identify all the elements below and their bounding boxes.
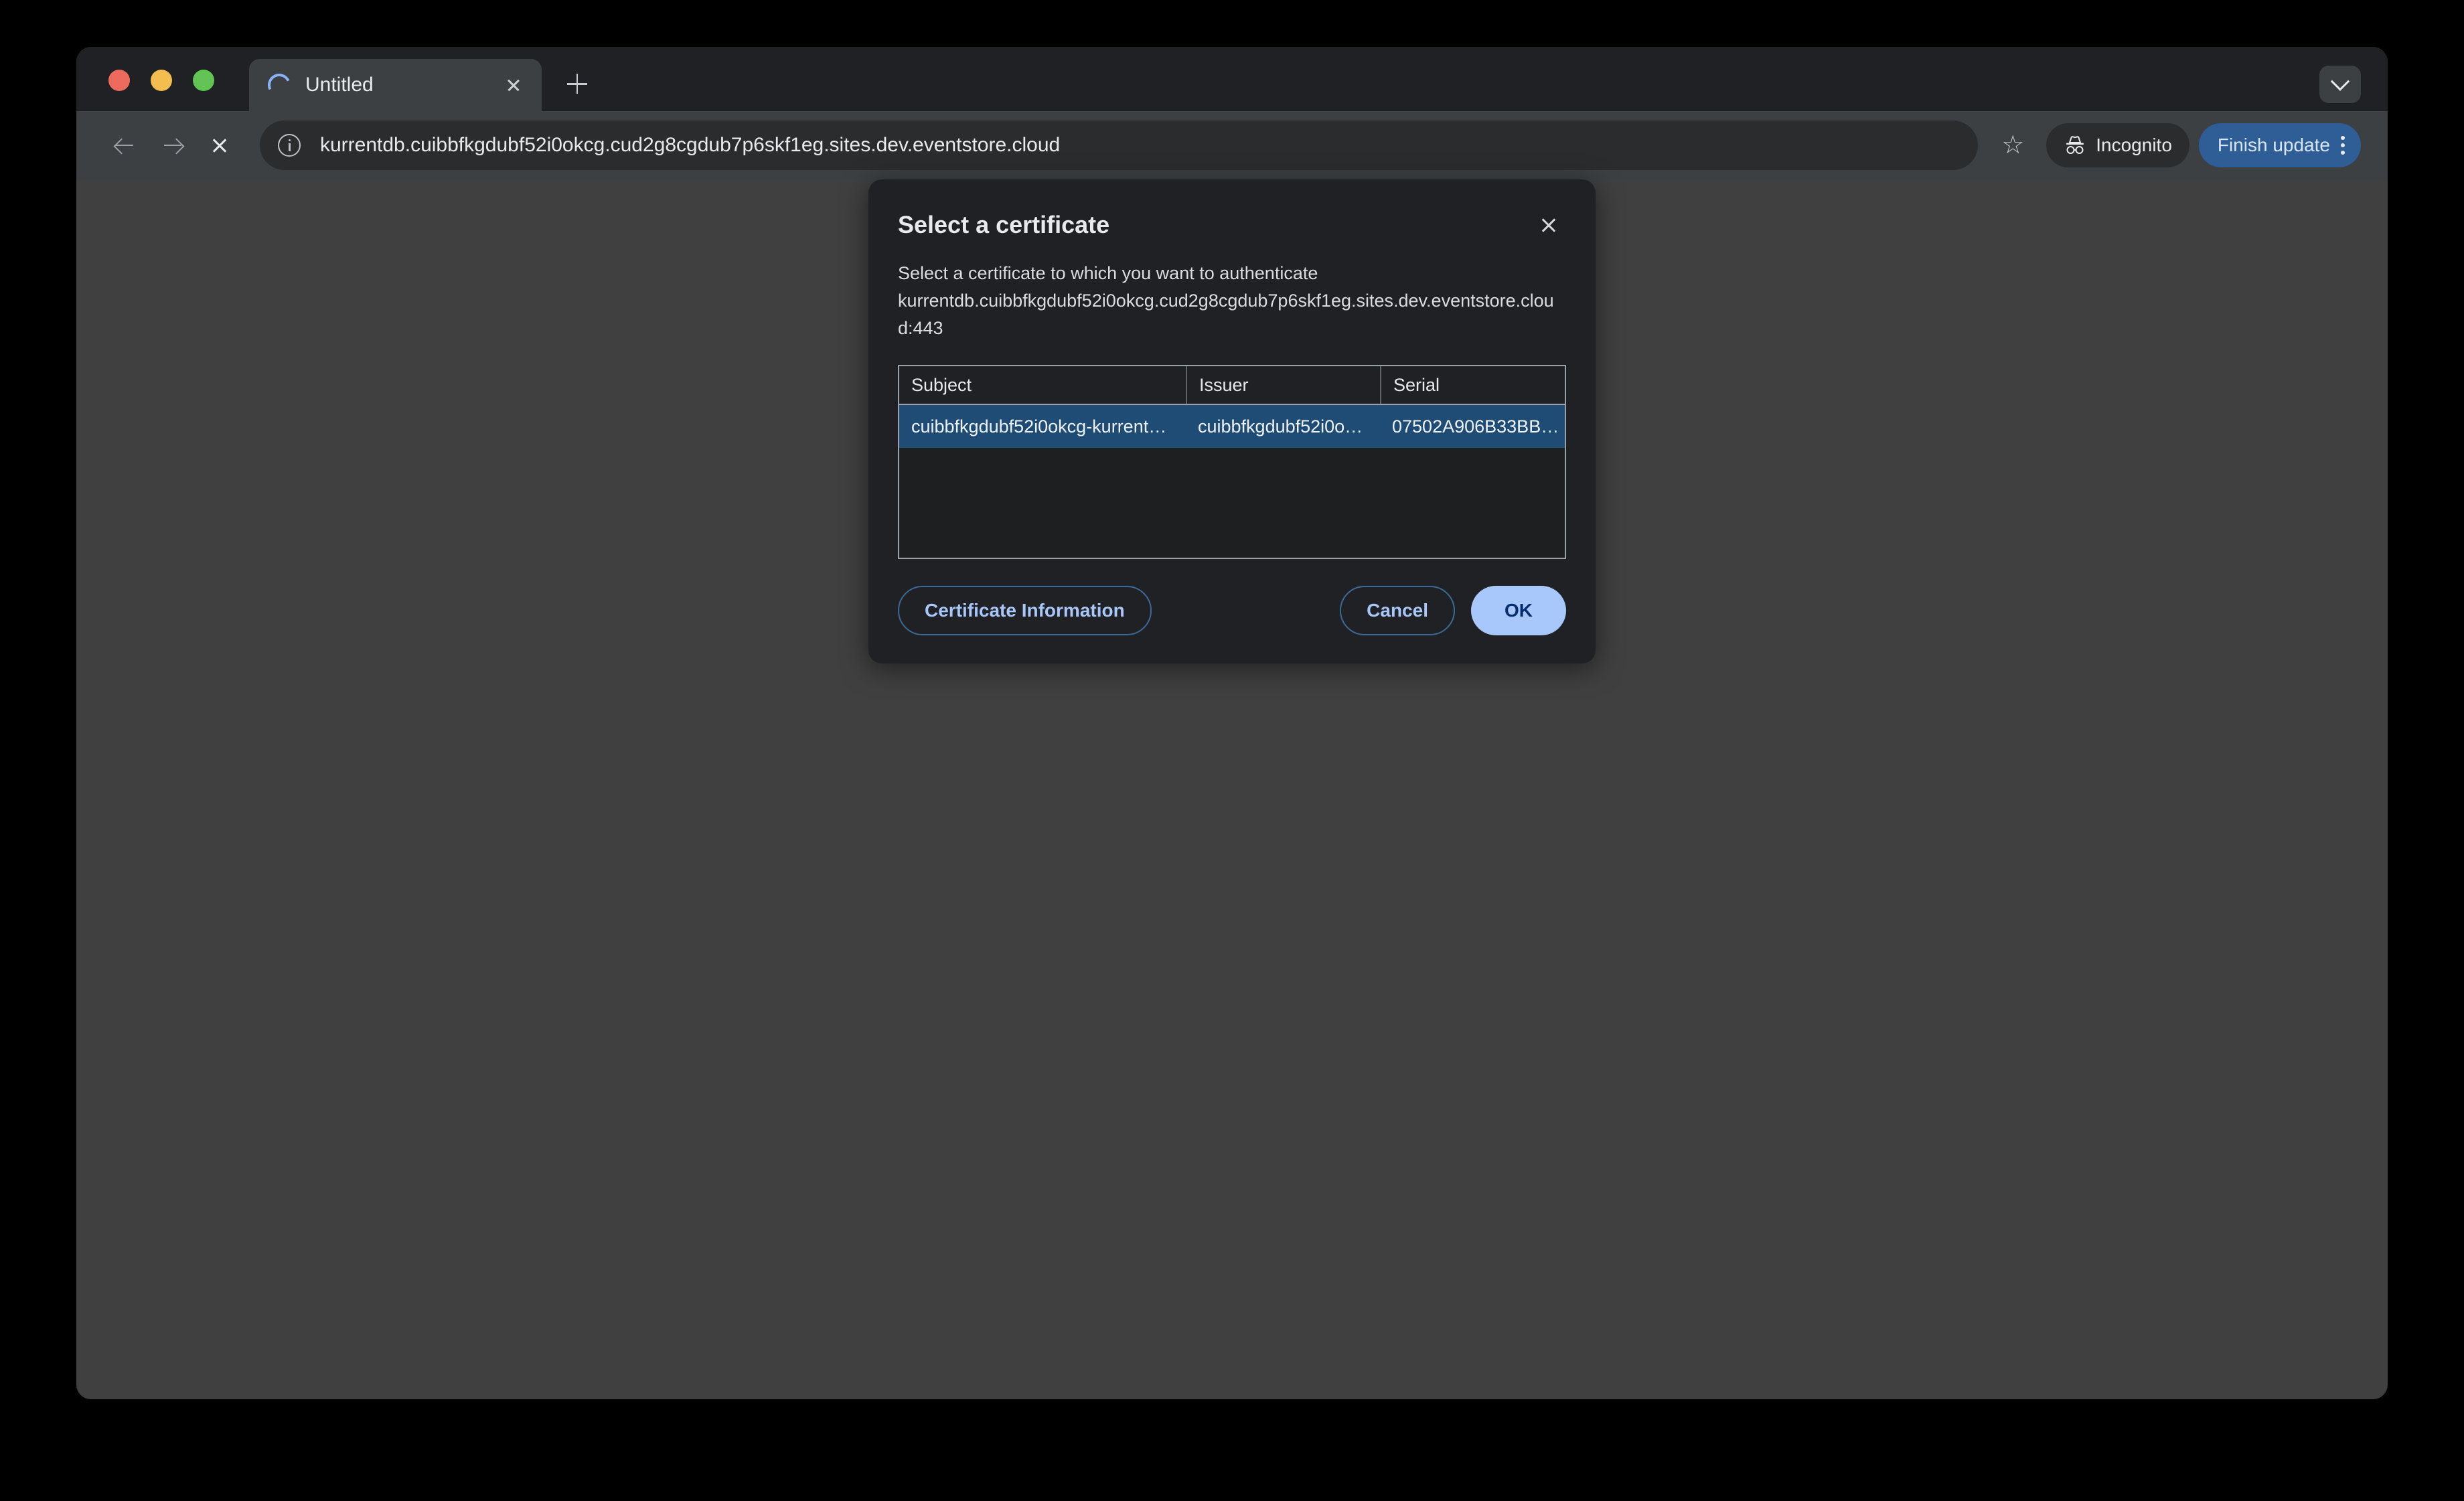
stop-loading-button[interactable] <box>196 121 244 169</box>
table-header-row: Subject Issuer Serial <box>899 366 1565 406</box>
column-header-serial[interactable]: Serial <box>1380 366 1565 404</box>
window-minimize-button[interactable] <box>151 70 172 91</box>
forward-button[interactable] <box>147 121 196 169</box>
dialog-primary-actions: Cancel OK <box>1340 586 1566 636</box>
chevron-down-icon <box>2330 72 2350 91</box>
star-icon: ☆ <box>2001 131 2025 159</box>
browser-toolbar: kurrentdb.cuibbfkgdubf52i0okcg.cud2g8cgd… <box>76 111 2388 179</box>
cancel-button[interactable]: Cancel <box>1340 586 1455 636</box>
finish-update-label: Finish update <box>2217 135 2330 155</box>
page-viewport: Select a certificate Select a certificat… <box>76 179 2388 1399</box>
tab-title: Untitled <box>305 74 374 96</box>
incognito-hat-icon <box>2066 136 2084 154</box>
window-controls <box>76 70 214 111</box>
address-bar[interactable]: kurrentdb.cuibbfkgdubf52i0okcg.cud2g8cgd… <box>260 121 1979 170</box>
cell-subject: cuibbfkgdubf52i0okcg-kurrent… <box>911 416 1167 437</box>
dialog-close-button[interactable] <box>1531 208 1566 242</box>
certificate-table[interactable]: Subject Issuer Serial cuibbfkgdubf52i0ok… <box>898 365 1566 560</box>
tab-search-button[interactable] <box>2319 66 2361 103</box>
dialog-footer: Certificate Information Cancel OK <box>898 586 1566 636</box>
arrow-right-icon <box>163 137 181 154</box>
table-body: cuibbfkgdubf52i0okcg-kurrent… cuibbfkgdu… <box>899 405 1565 558</box>
browser-window: Untitled kurrentdb.cuibbfkgdubf52i0okcg.… <box>76 47 2388 1399</box>
bookmark-button[interactable]: ☆ <box>1989 121 2037 169</box>
cell-serial: 07502A906B33BB… <box>1392 416 1559 437</box>
new-tab-icon[interactable] <box>556 63 598 104</box>
arrow-left-icon <box>114 137 133 154</box>
column-header-issuer[interactable]: Issuer <box>1186 366 1380 404</box>
incognito-label: Incognito <box>2096 135 2172 155</box>
loading-spinner-icon <box>264 70 294 100</box>
dialog-description: Select a certificate to which you want t… <box>898 260 1566 342</box>
dialog-title: Select a certificate <box>898 211 1110 238</box>
window-maximize-button[interactable] <box>193 70 214 91</box>
finish-update-button[interactable]: Finish update <box>2198 123 2361 167</box>
cell-issuer: cuibbfkgdubf52i0o… <box>1198 416 1363 437</box>
browser-tab-untitled[interactable]: Untitled <box>249 59 542 111</box>
certificate-information-button[interactable]: Certificate Information <box>898 586 1152 636</box>
back-button[interactable] <box>99 121 147 169</box>
table-row[interactable]: cuibbfkgdubf52i0okcg-kurrent… cuibbfkgdu… <box>899 405 1565 449</box>
tab-close-icon[interactable] <box>499 70 528 100</box>
select-certificate-dialog: Select a certificate Select a certificat… <box>868 179 1596 664</box>
dialog-description-line1: Select a certificate to which you want t… <box>898 263 1318 283</box>
tab-strip: Untitled <box>76 47 2388 111</box>
dialog-header: Select a certificate <box>898 210 1566 242</box>
window-close-button[interactable] <box>108 70 130 91</box>
dialog-description-host: kurrentdb.cuibbfkgdubf52i0okcg.cud2g8cgd… <box>898 291 1554 339</box>
incognito-badge[interactable]: Incognito <box>2046 123 2189 167</box>
info-circle-icon[interactable] <box>272 128 307 163</box>
url-text: kurrentdb.cuibbfkgdubf52i0okcg.cud2g8cgd… <box>320 134 1061 156</box>
column-header-subject[interactable]: Subject <box>899 366 1186 404</box>
close-x-icon <box>210 135 230 155</box>
three-dots-vertical-icon[interactable] <box>2341 136 2349 155</box>
ok-button[interactable]: OK <box>1471 586 1566 636</box>
